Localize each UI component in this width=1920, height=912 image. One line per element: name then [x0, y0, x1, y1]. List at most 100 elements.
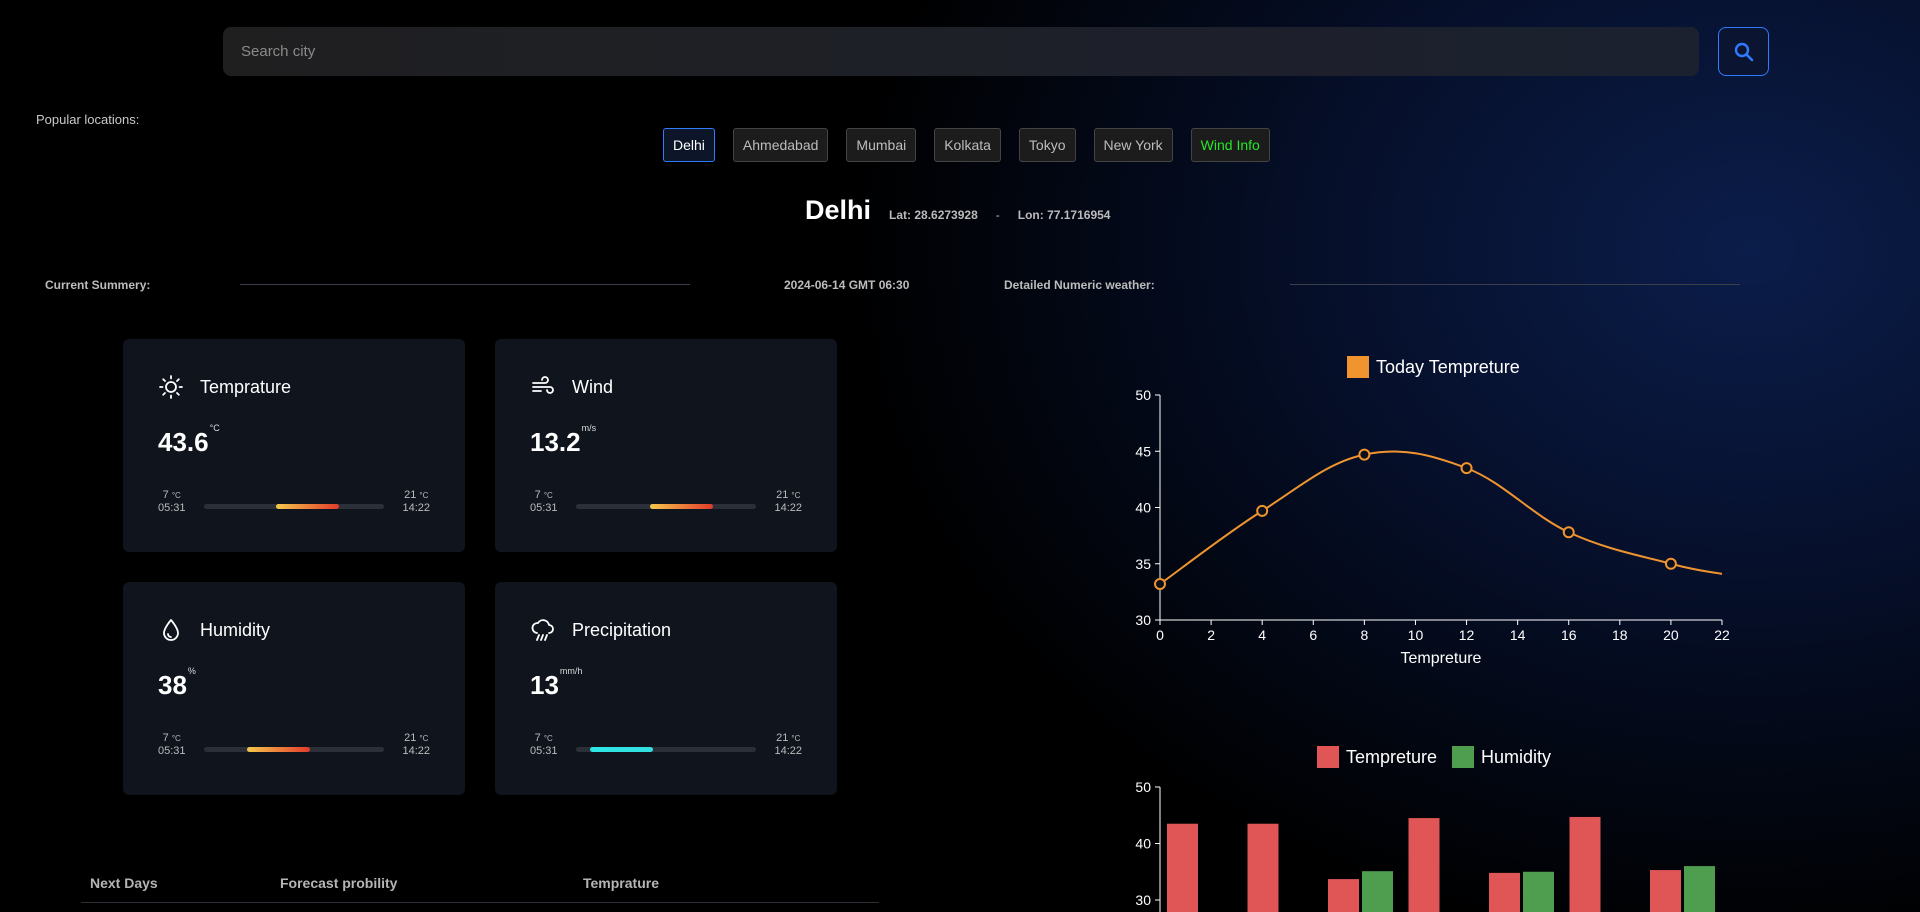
temperature-bar — [1489, 872, 1520, 912]
card-title: Temprature — [200, 376, 292, 397]
x-tick-label: 4 — [1258, 627, 1266, 643]
card-max: 21 °C 14:22 — [402, 732, 430, 757]
location-tokyo[interactable]: Tokyo — [1018, 128, 1076, 162]
temperature-card: Temprature 43.6°C 7 °C 05:31 21 °C 14:22 — [123, 339, 465, 552]
y-tick-label: 45 — [1135, 443, 1151, 459]
location-ahmedabad[interactable]: Ahmedabad — [732, 128, 829, 162]
table-header-temperature: Temprature — [583, 875, 659, 891]
x-tick-label: 12 — [1459, 627, 1475, 643]
card-value: 43.6°C — [158, 423, 220, 457]
wind-card: Wind 13.2m/s 7 °C 05:31 21 °C 14:22 — [495, 339, 837, 552]
card-max: 21 °C 14:22 — [774, 489, 802, 514]
temperature-bar — [1328, 879, 1359, 912]
search-bar[interactable] — [223, 27, 1699, 76]
range-bar — [204, 747, 384, 752]
location-delhi[interactable]: Delhi — [663, 128, 715, 162]
location-mumbai[interactable]: Mumbai — [846, 128, 917, 162]
x-tick-label: 14 — [1510, 627, 1526, 643]
range-bar — [576, 747, 756, 752]
card-value: 13mm/h — [530, 666, 583, 700]
range-fill — [276, 504, 339, 509]
search-icon — [1734, 42, 1753, 61]
divider — [240, 284, 690, 285]
city-header: Delhi Lat: 28.6273928 - Lon: 77.1716954 — [805, 195, 1110, 226]
humidity-card: Humidity 38% 7 °C 05:31 21 °C 14:22 — [123, 582, 465, 795]
card-title: Wind — [572, 376, 614, 397]
table-divider — [81, 902, 879, 903]
temperature-bar — [1650, 870, 1681, 912]
card-min: 7 °C 05:31 — [158, 489, 186, 514]
legend-swatch — [1317, 746, 1339, 768]
data-point — [1154, 578, 1166, 590]
wind-info-button[interactable]: Wind Info — [1190, 128, 1270, 162]
data-point — [1664, 557, 1677, 570]
card-value: 13.2m/s — [530, 423, 597, 457]
x-tick-label: 10 — [1408, 627, 1424, 643]
x-tick-label: 16 — [1561, 627, 1577, 643]
range-bar — [204, 504, 384, 509]
card-min: 7 °C 05:31 — [530, 732, 558, 757]
series-line — [1159, 450, 1723, 585]
card-min: 7 °C 05:31 — [530, 489, 558, 514]
data-point — [1460, 462, 1473, 475]
search-button[interactable] — [1718, 27, 1769, 76]
card-max: 21 °C 14:22 — [402, 489, 430, 514]
humidity-bar — [1362, 871, 1393, 912]
city-name: Delhi — [805, 195, 872, 225]
bar-chart-legend: Tempreture Humidity — [1317, 746, 1551, 768]
x-tick-label: 20 — [1663, 627, 1679, 643]
x-tick-label: 2 — [1207, 627, 1215, 643]
y-tick-label: 35 — [1135, 556, 1151, 572]
card-value: 38% — [158, 666, 196, 700]
divider — [1290, 284, 1740, 285]
humidity-bar — [1523, 871, 1554, 912]
droplet-icon — [163, 619, 179, 641]
humidity-bar — [1684, 866, 1715, 912]
data-point — [1358, 448, 1371, 461]
popular-locations-label: Popular locations: — [36, 112, 140, 127]
card-min: 7 °C 05:31 — [158, 732, 186, 757]
temperature-bar — [1167, 823, 1198, 912]
sun-icon — [159, 375, 183, 399]
data-point — [1256, 504, 1269, 517]
detailed-weather-label: Detailed Numeric weather: — [1004, 278, 1155, 292]
range-bar — [576, 504, 756, 509]
card-title: Humidity — [200, 619, 271, 640]
precipitation-card: Precipitation 13mm/h 7 °C 05:31 21 °C 14:2… — [495, 582, 837, 795]
table-header-next-days: Next Days — [90, 875, 158, 891]
x-tick-label: 22 — [1714, 627, 1730, 643]
x-tick-label: 8 — [1360, 627, 1368, 643]
temperature-bar — [1569, 816, 1601, 912]
y-tick-label: 50 — [1135, 779, 1151, 795]
temperature-bar — [1408, 818, 1440, 912]
longitude: Lon: 77.1716954 — [1017, 208, 1111, 222]
range-fill — [590, 747, 654, 752]
rain-cloud-icon — [531, 619, 554, 641]
card-max: 21 °C 14:22 — [774, 732, 802, 757]
location-new-york[interactable]: New York — [1093, 128, 1173, 162]
location-kolkata[interactable]: Kolkata — [934, 128, 1001, 162]
y-tick-label: 50 — [1135, 387, 1151, 403]
card-title: Precipitation — [572, 619, 672, 640]
x-tick-label: 0 — [1156, 627, 1164, 643]
current-summary-label: Current Summery: — [45, 278, 151, 292]
temperature-bar — [1247, 823, 1279, 912]
y-tick-label: 30 — [1135, 612, 1151, 628]
legend-swatch — [1452, 746, 1475, 768]
legend-label[interactable]: Tempreture — [1346, 747, 1437, 768]
search-input[interactable] — [241, 43, 1699, 60]
table-header-forecast: Forecast probility — [280, 875, 398, 891]
wind-icon — [532, 376, 554, 394]
y-tick-label: 30 — [1135, 892, 1151, 908]
x-tick-label: 6 — [1309, 627, 1317, 643]
x-axis-label: Tempreture — [1401, 650, 1482, 667]
coord-separator: - — [995, 208, 1000, 222]
x-tick-label: 18 — [1612, 627, 1628, 643]
range-fill — [247, 747, 311, 752]
legend-label[interactable]: Humidity — [1481, 747, 1551, 768]
temperature-line-chart: 30 35 40 45 50 0 2 4 6 8 10 12 14 16 18 20 22 Tempreture — [1135, 387, 1730, 667]
data-point — [1562, 526, 1575, 539]
datetime: 2024-06-14 GMT 06:30 — [784, 278, 910, 292]
y-tick-label: 40 — [1135, 500, 1151, 516]
latitude: Lat: 28.6273928 — [889, 208, 978, 222]
